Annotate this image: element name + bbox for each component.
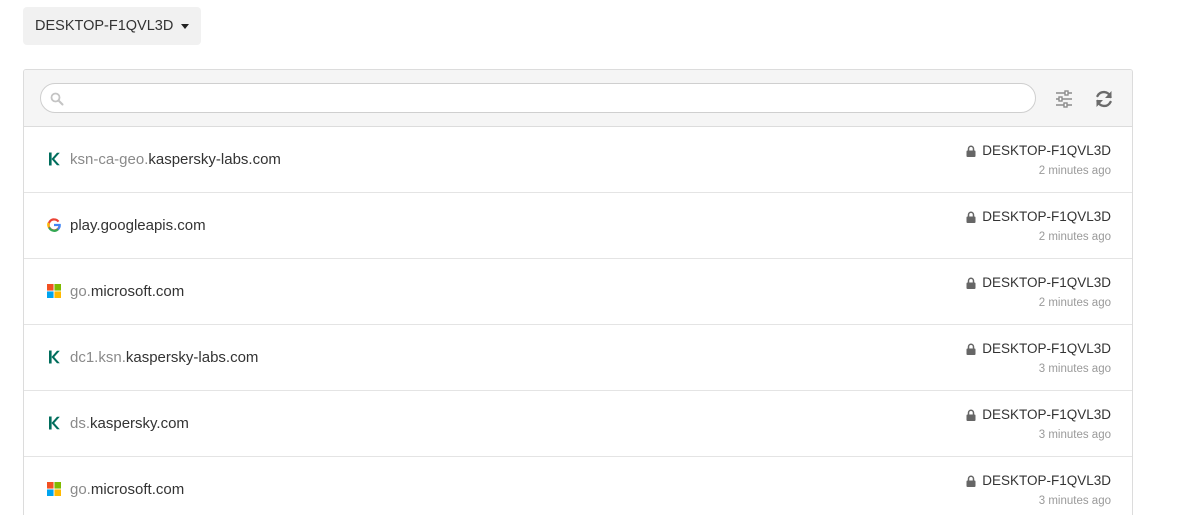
toolbar xyxy=(24,70,1132,127)
host-label: DESKTOP-F1QVL3D xyxy=(966,473,1111,488)
dns-log-panel: ksn-ca-geo.kaspersky-labs.com DESKTOP-F1… xyxy=(23,69,1133,515)
search-box[interactable] xyxy=(40,83,1036,113)
host-label: DESKTOP-F1QVL3D xyxy=(966,407,1111,422)
list-item[interactable]: play.googleapis.com DESKTOP-F1QVL3D 2 mi… xyxy=(24,193,1132,259)
timestamp: 2 minutes ago xyxy=(1038,297,1111,309)
sliders-icon[interactable] xyxy=(1053,88,1075,110)
kaspersky-icon xyxy=(49,350,60,364)
domain-name: go.microsoft.com xyxy=(70,283,185,300)
microsoft-icon xyxy=(47,284,61,298)
search-input[interactable] xyxy=(71,84,1021,112)
list-item[interactable]: ksn-ca-geo.kaspersky-labs.com DESKTOP-F1… xyxy=(24,127,1132,193)
log-list: ksn-ca-geo.kaspersky-labs.com DESKTOP-F1… xyxy=(24,127,1132,515)
list-item[interactable]: ds.kaspersky.com DESKTOP-F1QVL3D 3 minut… xyxy=(24,391,1132,457)
lock-icon xyxy=(966,409,976,421)
host-label: DESKTOP-F1QVL3D xyxy=(966,209,1111,224)
refresh-icon[interactable] xyxy=(1093,88,1115,110)
search-icon xyxy=(50,92,64,106)
lock-icon xyxy=(966,475,976,487)
list-item[interactable]: dc1.ksn.kaspersky-labs.com DESKTOP-F1QVL… xyxy=(24,325,1132,391)
domain-name: ds.kaspersky.com xyxy=(70,415,189,432)
timestamp: 3 minutes ago xyxy=(1038,495,1111,507)
host-label: DESKTOP-F1QVL3D xyxy=(966,341,1111,356)
lock-icon xyxy=(966,343,976,355)
host-label: DESKTOP-F1QVL3D xyxy=(966,143,1111,158)
timestamp: 2 minutes ago xyxy=(1038,165,1111,177)
domain-name: dc1.ksn.kaspersky-labs.com xyxy=(70,349,259,366)
lock-icon xyxy=(966,211,976,223)
device-dropdown[interactable]: DESKTOP-F1QVL3D xyxy=(23,7,202,45)
timestamp: 3 minutes ago xyxy=(1038,363,1111,375)
caret-down-icon xyxy=(181,23,190,29)
domain-name: play.googleapis.com xyxy=(70,217,206,234)
timestamp: 3 minutes ago xyxy=(1038,429,1111,441)
google-icon xyxy=(47,218,61,232)
lock-icon xyxy=(966,277,976,289)
list-item[interactable]: go.microsoft.com DESKTOP-F1QVL3D 3 minut… xyxy=(24,457,1132,515)
device-dropdown-label: DESKTOP-F1QVL3D xyxy=(35,18,174,34)
list-item[interactable]: go.microsoft.com DESKTOP-F1QVL3D 2 minut… xyxy=(24,259,1132,325)
domain-name: go.microsoft.com xyxy=(70,481,185,498)
domain-name: ksn-ca-geo.kaspersky-labs.com xyxy=(70,151,281,168)
lock-icon xyxy=(966,145,976,157)
timestamp: 2 minutes ago xyxy=(1038,231,1111,243)
kaspersky-icon xyxy=(49,416,60,430)
kaspersky-icon xyxy=(49,152,60,166)
microsoft-icon xyxy=(47,482,61,496)
host-label: DESKTOP-F1QVL3D xyxy=(966,275,1111,290)
